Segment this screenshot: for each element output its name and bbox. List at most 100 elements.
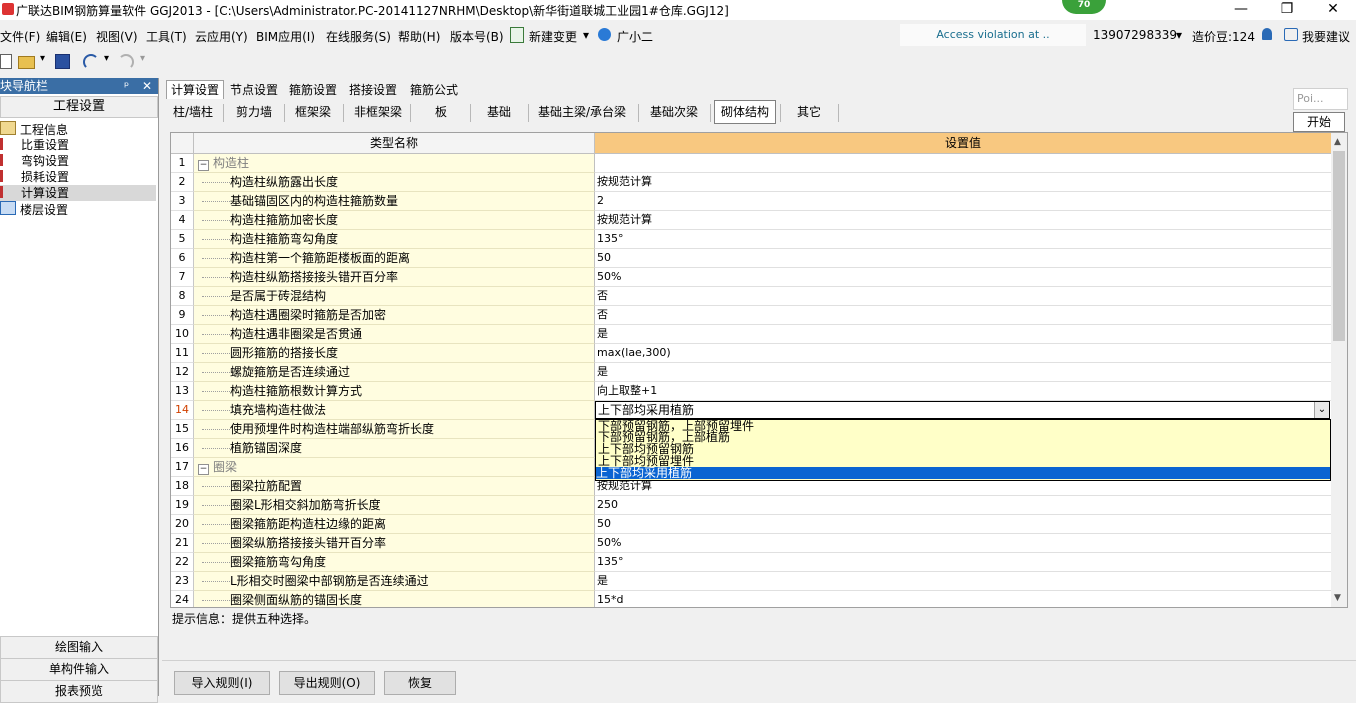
setting-value-cell[interactable]: 2 xyxy=(595,192,1331,211)
scrollbar-thumb[interactable] xyxy=(1333,151,1345,341)
new-change-button[interactable]: 新建变更 xyxy=(529,28,577,45)
access-violation-message[interactable]: Access violation at .. xyxy=(900,24,1086,46)
setting-value-cell[interactable]: ⌄ 上下部均采用植筋 xyxy=(595,401,1330,419)
tab-stirrup-formula[interactable]: 箍筋公式 xyxy=(405,80,463,100)
minimize-button[interactable]: — xyxy=(1218,0,1264,20)
setting-value-cell[interactable]: max(lae,300) xyxy=(595,344,1331,363)
setting-value-cell[interactable]: 是 xyxy=(595,363,1331,382)
type-name-cell[interactable]: L形相交时圈梁中部钢筋是否连续通过 xyxy=(194,572,595,591)
nav-item-calc-settings[interactable]: 计算设置 xyxy=(0,185,156,201)
table-row[interactable]: 10 构造柱遇非圈梁是否贯通 是 xyxy=(171,325,1331,344)
type-name-cell[interactable]: 圆形箍筋的搭接长度 xyxy=(194,344,595,363)
import-rules-button[interactable]: 导入规则(I) xyxy=(174,671,270,695)
subtab-non-frame-beam[interactable]: 非框架梁 xyxy=(348,100,408,124)
type-name-cell[interactable]: 圈梁箍筋弯勾角度 xyxy=(194,553,595,572)
redo-dropdown-icon[interactable]: ▾ xyxy=(140,53,145,64)
dropdown-arrow-icon[interactable]: ⌄ xyxy=(1314,402,1329,418)
pin-icon[interactable]: ᵖ xyxy=(124,78,129,94)
nav-item-floor-settings[interactable]: 楼层设置 xyxy=(0,201,68,217)
subtab-foundation[interactable]: 基础 xyxy=(474,100,524,124)
type-name-cell[interactable]: 植筋锚固深度 xyxy=(194,439,595,458)
table-row[interactable]: 4 构造柱箍筋加密长度 按规范计算 xyxy=(171,211,1331,230)
type-name-cell[interactable]: 填充墙构造柱做法 xyxy=(194,401,595,420)
nav-item-hook-settings[interactable]: 弯钩设置 xyxy=(0,153,69,169)
table-row[interactable]: 22 圈梁箍筋弯勾角度 135° xyxy=(171,553,1331,572)
type-name-cell[interactable]: 构造柱箍筋弯勾角度 xyxy=(194,230,595,249)
bell-icon[interactable] xyxy=(1262,28,1272,40)
setting-value-cell[interactable]: 50% xyxy=(595,534,1331,553)
menu-help[interactable]: 帮助(H) xyxy=(398,28,440,45)
open-dropdown-icon[interactable]: ▾ xyxy=(40,53,45,64)
type-name-cell[interactable]: 构造柱箍筋根数计算方式 xyxy=(194,382,595,401)
redo-icon[interactable] xyxy=(118,54,134,70)
table-row[interactable]: 6 构造柱第一个箍筋距楼板面的距离 50 xyxy=(171,249,1331,268)
type-name-cell[interactable]: 构造柱遇圈梁时箍筋是否加密 xyxy=(194,306,595,325)
setting-value-cell[interactable]: 50 xyxy=(595,515,1331,534)
table-row[interactable]: 9 构造柱遇圈梁时箍筋是否加密 否 xyxy=(171,306,1331,325)
menu-bim[interactable]: BIM应用(I) xyxy=(256,28,315,45)
subtab-masonry[interactable]: 砌体结构 xyxy=(714,100,776,124)
table-row[interactable]: 14 填充墙构造柱做法 ⌄ 上下部均采用植筋 xyxy=(171,401,1330,420)
type-name-cell[interactable]: 圈梁箍筋距构造柱边缘的距离 xyxy=(194,515,595,534)
type-name-cell[interactable]: − 构造柱 xyxy=(194,154,595,173)
menu-cloud[interactable]: 云应用(Y) xyxy=(195,28,248,45)
grid-vertical-scrollbar[interactable]: ▲ ▼ xyxy=(1331,133,1347,607)
setting-value-cell[interactable]: 按规范计算 xyxy=(595,173,1331,192)
export-rules-button[interactable]: 导出规则(O) xyxy=(279,671,375,695)
new-file-icon[interactable] xyxy=(0,54,12,69)
table-row[interactable]: 2 构造柱纵筋露出长度 按规范计算 xyxy=(171,173,1331,192)
column-header-setting-value[interactable]: 设置值 xyxy=(595,133,1331,154)
nav-item-project-info[interactable]: 工程信息 xyxy=(0,121,68,137)
type-name-cell[interactable]: 圈梁纵筋搭接接头错开百分率 xyxy=(194,534,595,553)
type-name-cell[interactable]: 构造柱箍筋加密长度 xyxy=(194,211,595,230)
tab-lap-settings[interactable]: 搭接设置 xyxy=(344,80,402,100)
table-row[interactable]: 11 圆形箍筋的搭接长度 max(lae,300) xyxy=(171,344,1331,363)
open-folder-icon[interactable] xyxy=(18,56,35,69)
table-row[interactable]: 20 圈梁箍筋距构造柱边缘的距离 50 xyxy=(171,515,1331,534)
subtab-foundation-main-beam[interactable]: 基础主梁/承台梁 xyxy=(532,100,632,124)
scroll-up-icon[interactable]: ▲ xyxy=(1334,137,1341,147)
option-dropdown-list[interactable]: 下部预留钢筋，上部预留埋件 下部预留钢筋，上部植筋 上下部均预留钢筋 上下部均预… xyxy=(595,419,1331,481)
new-change-dropdown-icon[interactable]: ▾ xyxy=(583,28,589,42)
collapse-icon[interactable]: − xyxy=(198,160,209,171)
type-name-cell[interactable]: 圈梁L形相交斜加筋弯折长度 xyxy=(194,496,595,515)
table-row[interactable]: 13 构造柱箍筋根数计算方式 向上取整+1 xyxy=(171,382,1331,401)
setting-value-cell[interactable]: 向上取整+1 xyxy=(595,382,1331,401)
type-name-cell[interactable]: 螺旋箍筋是否连续通过 xyxy=(194,363,595,382)
table-row[interactable]: 23 L形相交时圈梁中部钢筋是否连续通过 是 xyxy=(171,572,1331,591)
collapse-icon[interactable]: − xyxy=(198,464,209,475)
setting-value-cell[interactable]: 按规范计算 xyxy=(595,211,1331,230)
poi-field[interactable]: Poi... xyxy=(1293,88,1348,110)
feedback-button[interactable]: 我要建议 xyxy=(1302,28,1350,45)
menu-edit[interactable]: 编辑(E) xyxy=(46,28,87,45)
menu-online[interactable]: 在线服务(S) xyxy=(326,28,391,45)
scroll-down-icon[interactable]: ▼ xyxy=(1334,593,1341,603)
menu-version[interactable]: 版本号(B) xyxy=(450,28,504,45)
setting-value-cell[interactable]: 否 xyxy=(595,306,1331,325)
notification-badge[interactable]: 70 xyxy=(1062,0,1106,14)
tab-node-settings[interactable]: 节点设置 xyxy=(225,80,283,100)
setting-value-cell[interactable]: 是 xyxy=(595,572,1331,591)
setting-value-cell[interactable]: 是 xyxy=(595,325,1331,344)
table-row[interactable]: 19 圈梁L形相交斜加筋弯折长度 250 xyxy=(171,496,1331,515)
setting-value-cell[interactable] xyxy=(595,154,1331,173)
undo-dropdown-icon[interactable]: ▾ xyxy=(104,53,109,64)
nav-report-preview[interactable]: 报表预览 xyxy=(0,680,158,703)
type-name-cell[interactable]: 构造柱纵筋露出长度 xyxy=(194,173,595,192)
maximize-button[interactable]: ❐ xyxy=(1264,0,1310,20)
setting-value-cell[interactable]: 否 xyxy=(595,287,1331,306)
undo-icon[interactable] xyxy=(83,54,99,70)
menu-view[interactable]: 视图(V) xyxy=(96,28,138,45)
column-header-type-name[interactable]: 类型名称 xyxy=(194,133,595,154)
save-icon[interactable] xyxy=(55,54,70,69)
account-dropdown-icon[interactable]: ▾ xyxy=(1176,28,1182,42)
menu-file[interactable]: 文件(F) xyxy=(0,28,40,45)
table-row[interactable]: 24 圈梁侧面纵筋的锚固长度 15*d xyxy=(171,591,1331,607)
subtab-foundation-secondary-beam[interactable]: 基础次梁 xyxy=(642,100,706,124)
start-button[interactable]: 开始 xyxy=(1293,112,1345,132)
setting-value-cell[interactable]: 50% xyxy=(595,268,1331,287)
setting-value-cell[interactable]: 135° xyxy=(595,553,1331,572)
setting-value-cell[interactable]: 15*d xyxy=(595,591,1331,607)
assistant-button[interactable]: 广小二 xyxy=(617,28,653,45)
type-name-cell[interactable]: − 圈梁 xyxy=(194,458,595,477)
